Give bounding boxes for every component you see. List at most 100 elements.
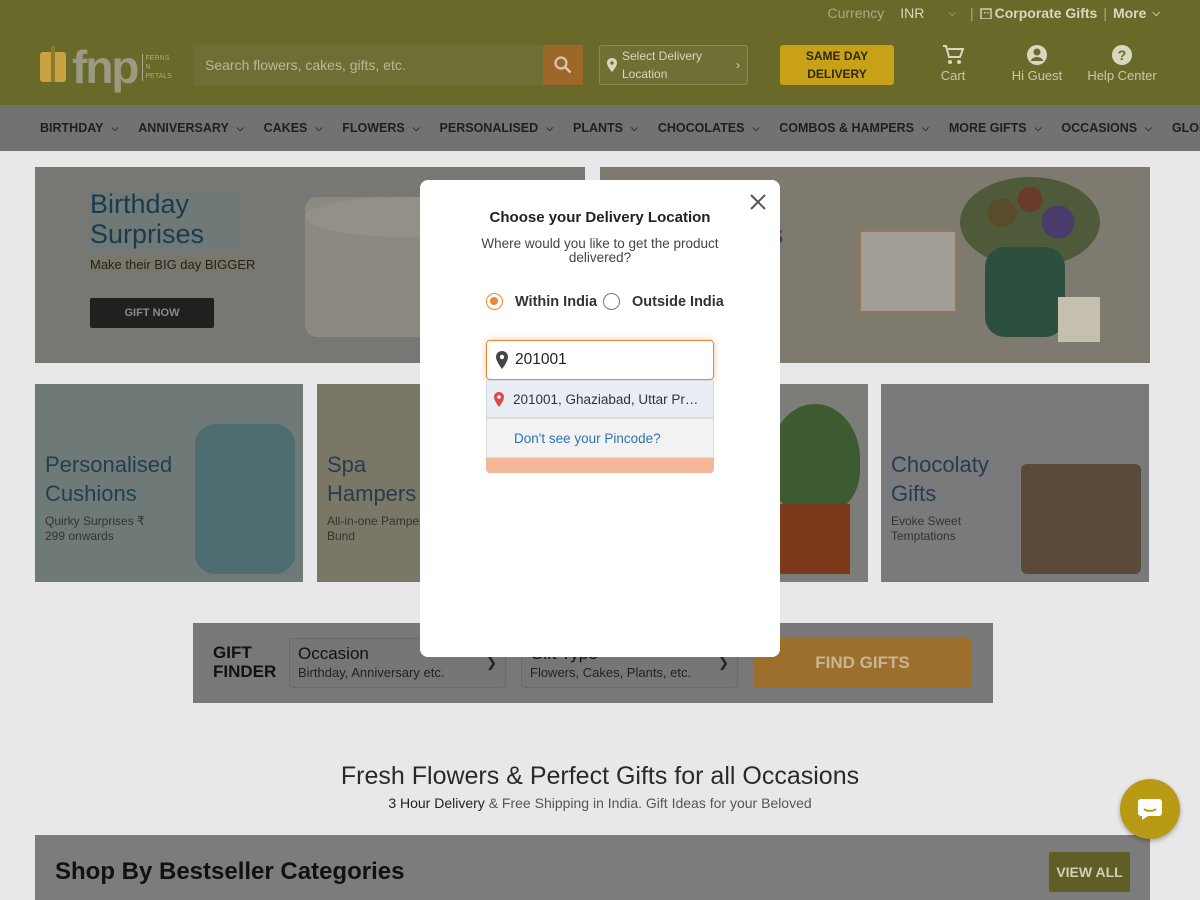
no-pincode-link[interactable]: Don't see your Pincode? — [486, 418, 714, 458]
pincode-input[interactable] — [515, 351, 695, 369]
nav-item-label: BIRTHDAY — [40, 121, 104, 135]
chevron-right-icon: ❯ — [718, 655, 729, 670]
nav-item-label: OCCASIONS — [1061, 121, 1138, 135]
page-tagline: Fresh Flowers & Perfect Gifts for all Oc… — [340, 762, 860, 790]
page-subtagline: 3 Hour Delivery & Free Shipping in India… — [0, 795, 1200, 811]
help-label: Help Center — [1087, 68, 1157, 83]
pincode-suggestion[interactable]: 201001, Ghaziabad, Uttar Pradesh — [486, 380, 714, 418]
nav-item-personalised[interactable]: PERSONALISED ⌵ — [440, 121, 553, 135]
chevron-down-icon: ⌵ — [412, 122, 420, 133]
outside-india-label[interactable]: Outside India — [632, 294, 724, 310]
corporate-gifts-link[interactable]: Corporate Gifts — [979, 5, 1098, 21]
search-input[interactable] — [193, 45, 543, 85]
location-pin-icon — [496, 351, 508, 369]
birthday-banner-title: Birthday Surprises — [90, 189, 240, 249]
gift-finder-label: GIFT FINDER — [213, 643, 277, 681]
select-delivery-location-button[interactable]: Select Delivery Location › — [599, 45, 748, 85]
location-type-radios: Within India Outside India — [486, 293, 724, 310]
search-bar — [193, 45, 583, 85]
cart-icon — [943, 45, 964, 64]
outside-india-radio[interactable] — [603, 293, 621, 310]
chevron-down-icon: ⌵ — [111, 122, 119, 133]
search-button[interactable] — [543, 45, 583, 85]
account-button[interactable]: Hi Guest — [997, 42, 1077, 83]
chocolates-image — [1021, 464, 1141, 574]
site-header: Currency INR ⌵ | Corporate Gifts | More … — [0, 0, 1200, 105]
nav-item-label: PERSONALISED — [439, 121, 539, 135]
more-label: More — [1112, 5, 1147, 21]
within-india-label[interactable]: Within India — [515, 294, 597, 310]
gift-box-logo-icon — [40, 46, 66, 82]
currency-select[interactable]: INR — [900, 5, 924, 21]
svg-text:?: ? — [1118, 47, 1127, 63]
select-delivery-label: Select Delivery Location — [622, 49, 703, 81]
continue-button[interactable] — [486, 458, 714, 473]
modal-subtitle: Where would you like to get the product … — [481, 236, 719, 265]
pot-image — [780, 504, 850, 574]
modal-title: Choose your Delivery Location — [489, 209, 711, 226]
category-nav: BIRTHDAY ⌵ ANNIVERSARY ⌵ CAKES ⌵ FLOWERS ⌵ PERSO… — [0, 105, 1200, 151]
location-pin-icon — [494, 391, 504, 407]
search-icon — [554, 56, 572, 74]
within-india-radio[interactable] — [486, 293, 503, 310]
same-day-delivery-badge[interactable]: SAME DAY DELIVERY — [780, 45, 894, 85]
chevron-down-icon: ⌵ — [631, 122, 638, 133]
photo-frame-image — [858, 229, 958, 314]
logo-tagline: FERNS N PETALS — [141, 53, 172, 81]
chevron-down-icon: ⌵ — [1034, 122, 1042, 133]
chat-icon — [1138, 799, 1162, 820]
find-gifts-button[interactable]: FIND GIFTS — [754, 638, 971, 688]
nav-item-label: COMBOS & HAMPERS — [779, 121, 914, 135]
chevron-down-icon: ⌵ — [315, 122, 323, 133]
tile-subtitle: All-in-one Pamper Bund — [327, 514, 424, 543]
nav-item-label: ANNIVERSARY — [138, 121, 229, 135]
gift-now-button[interactable]: GIFT NOW — [90, 298, 214, 328]
chevron-down-icon: ⌵ — [1145, 122, 1152, 133]
tile-personalised-cushions[interactable]: Personalised Cushions Quirky Surprises ₹… — [35, 384, 303, 582]
more-menu[interactable]: More ⌵ — [1113, 5, 1160, 21]
nav-item-global[interactable]: GLOBAL⌵ — [1172, 121, 1200, 135]
building-icon — [979, 8, 992, 19]
delivery-location-modal: Choose your Delivery Location Where woul… — [420, 180, 780, 657]
nav-item-occasions[interactable]: OCCASIONS ⌵ — [1061, 121, 1152, 135]
chevron-right-icon: ❯ — [486, 655, 497, 670]
help-center-button[interactable]: ? Help Center — [1082, 42, 1162, 83]
cart-button[interactable]: Cart — [913, 42, 993, 83]
nav-item-plants[interactable]: PLANTS ⌵ — [573, 121, 638, 135]
subtag-rest: & Free Shipping in India. Gift Ideas for… — [484, 795, 812, 811]
nav-item-label: CAKES — [263, 121, 308, 135]
nav-item-label: FLOWERS — [342, 121, 405, 135]
nav-item-flowers[interactable]: FLOWERS ⌵ — [342, 121, 419, 135]
pincode-field[interactable] — [486, 340, 714, 380]
divider: | — [1103, 5, 1107, 21]
cart-label: Cart — [940, 68, 966, 83]
nav-item-anniversary[interactable]: ANNIVERSARY ⌵ — [138, 121, 243, 135]
logo-wordmark: fnp — [72, 41, 140, 93]
three-hour-delivery: 3 Hour Delivery — [388, 795, 485, 811]
chevron-down-icon: ⌵ — [752, 122, 760, 133]
tile-chocolaty-gifts[interactable]: Chocolaty Gifts Evoke Sweet Temptations — [881, 384, 1149, 582]
nav-item-label: PLANTS — [573, 121, 624, 135]
nav-item-more-gifts[interactable]: MORE GIFTS ⌵ — [949, 121, 1042, 135]
nav-item-chocolates[interactable]: CHOCOLATES ⌵ — [658, 121, 759, 135]
chevron-down-icon[interactable]: ⌵ — [948, 8, 956, 19]
chevron-down-icon: ⌵ — [236, 122, 244, 133]
plant-image — [770, 404, 860, 514]
nav-item-combos-hampers[interactable]: COMBOS & HAMPERS ⌵ — [779, 121, 929, 135]
view-all-button[interactable]: VIEW ALL — [1049, 852, 1130, 892]
bestseller-heading: Shop By Bestseller Categories — [55, 858, 405, 885]
tile-title: Personalised Cushions — [45, 452, 173, 506]
chat-button[interactable] — [1120, 779, 1180, 839]
fnp-logo[interactable]: fnp FERNS N PETALS — [40, 41, 190, 93]
user-icon — [1027, 45, 1047, 65]
nav-item-cakes[interactable]: CAKES ⌵ — [264, 121, 323, 135]
nav-item-birthday[interactable]: BIRTHDAY ⌵ — [40, 121, 118, 135]
cushion-image — [195, 424, 295, 574]
corporate-gifts-label: Corporate Gifts — [994, 5, 1098, 21]
tile-subtitle: Evoke Sweet Temptations — [891, 514, 962, 543]
tile-subtitle: Quirky Surprises ₹ 299 onwards — [45, 514, 145, 543]
birthday-banner-subtitle: Make their BIG day BIGGER — [90, 257, 256, 272]
chevron-right-icon: › — [736, 58, 740, 72]
currency-label: Currency — [827, 5, 885, 21]
help-icon: ? — [1112, 45, 1132, 65]
